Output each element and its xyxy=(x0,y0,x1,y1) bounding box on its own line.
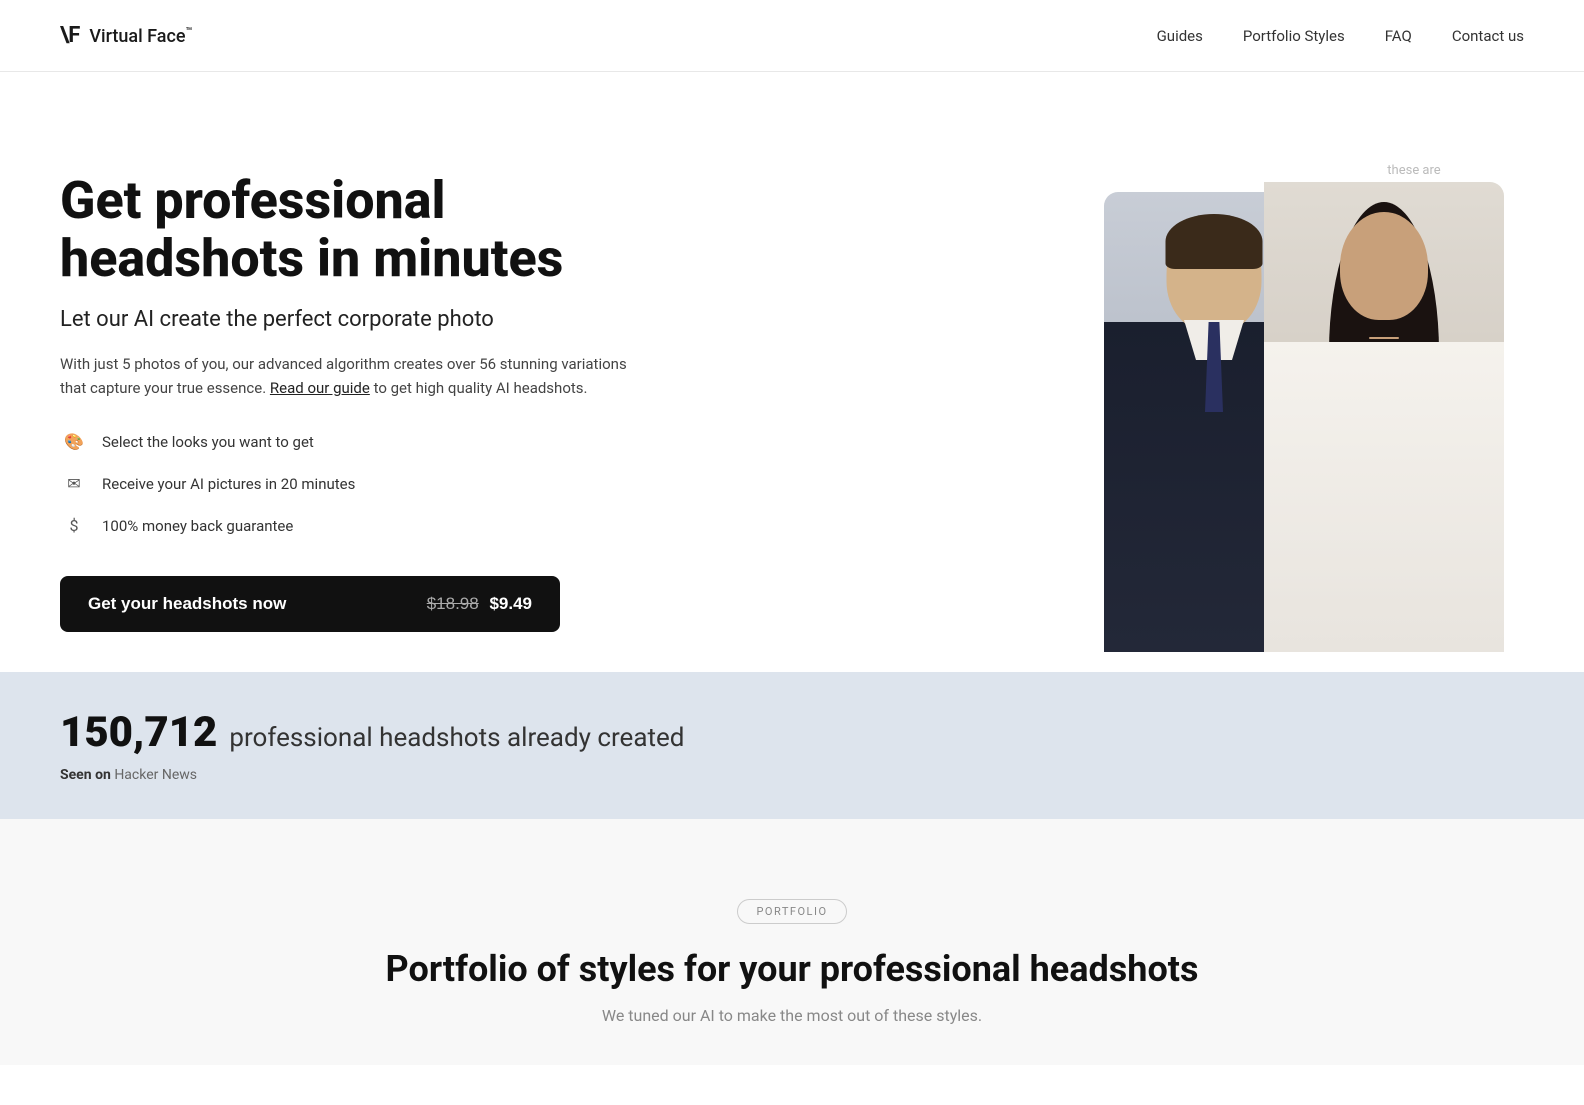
portfolio-section: PORTFOLIO Portfolio of styles for your p… xyxy=(0,819,1584,1065)
price-new: $9.49 xyxy=(489,594,532,613)
price-old: $18.98 xyxy=(427,594,479,613)
nav-link-guides[interactable]: Guides xyxy=(1157,27,1203,45)
hero-content: Get professional headshots in minutes Le… xyxy=(60,172,640,631)
stats-count-line: 150,712 professional headshots already c… xyxy=(60,708,1524,757)
nav-links: Guides Portfolio Styles FAQ Contact us xyxy=(1157,27,1524,45)
navbar: \F Virtual Face™ Guides Portfolio Styles… xyxy=(0,0,1584,72)
hero-description: With just 5 photos of you, our advanced … xyxy=(60,352,640,400)
palette-icon: 🎨 xyxy=(60,428,88,456)
hero-subheading: Let our AI create the perfect corporate … xyxy=(60,307,640,332)
logo-name: Virtual Face™ xyxy=(89,25,192,47)
feature-text-2: 100% money back guarantee xyxy=(102,517,293,535)
seen-on-source: Hacker News xyxy=(114,767,197,783)
logo-mark: \F xyxy=(60,23,79,48)
cta-pricing: $18.98 $9.49 xyxy=(427,594,532,614)
stats-number: 150,712 xyxy=(60,708,217,757)
nav-link-faq[interactable]: FAQ xyxy=(1385,27,1412,45)
portfolio-badge: PORTFOLIO xyxy=(737,899,846,924)
feature-item-2: $ 100% money back guarantee xyxy=(60,512,640,540)
read-guide-link[interactable]: Read our guide xyxy=(270,379,370,397)
cta-label: Get your headshots now xyxy=(88,594,286,614)
hero-heading: Get professional headshots in minutes xyxy=(60,172,640,286)
seen-on: Seen on Hacker News xyxy=(60,767,1524,783)
hero-section: Get professional headshots in minutes Le… xyxy=(0,72,1584,672)
feature-item-0: 🎨 Select the looks you want to get xyxy=(60,428,640,456)
feature-item-1: ✉ Receive your AI pictures in 20 minutes xyxy=(60,470,640,498)
stats-text: professional headshots already created xyxy=(229,723,684,753)
cta-button[interactable]: Get your headshots now $18.98 $9.49 xyxy=(60,576,560,632)
feature-text-1: Receive your AI pictures in 20 minutes xyxy=(102,475,355,493)
hero-image-area: these are virtual faces xyxy=(640,152,1524,652)
hero-photo xyxy=(1044,162,1524,652)
nav-link-contact[interactable]: Contact us xyxy=(1452,27,1524,45)
stats-banner: 150,712 professional headshots already c… xyxy=(0,672,1584,819)
nav-link-portfolio-styles[interactable]: Portfolio Styles xyxy=(1243,27,1345,45)
feature-text-0: Select the looks you want to get xyxy=(102,433,314,451)
portfolio-subheading: We tuned our AI to make the most out of … xyxy=(60,1006,1524,1025)
features-list: 🎨 Select the looks you want to get ✉ Rec… xyxy=(60,428,640,540)
logo[interactable]: \F Virtual Face™ xyxy=(60,23,192,48)
portfolio-heading: Portfolio of styles for your professiona… xyxy=(60,948,1524,990)
email-icon: ✉ xyxy=(60,470,88,498)
money-icon: $ xyxy=(60,512,88,540)
